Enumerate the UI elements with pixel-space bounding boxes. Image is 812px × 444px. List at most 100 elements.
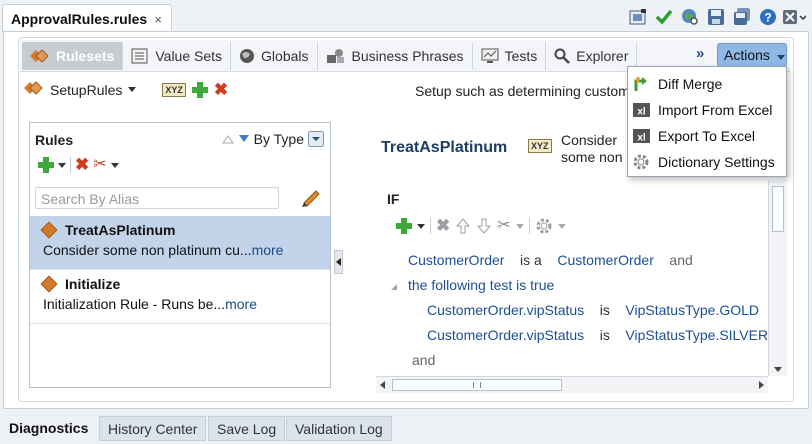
scroll-thumb[interactable] — [392, 379, 562, 391]
if-section: IF ✖ ✂ CustomerOrder is a CustomerOrder … — [376, 180, 768, 376]
tab-tests[interactable]: Tests — [473, 41, 547, 70]
chevron-down-icon[interactable] — [110, 162, 119, 168]
add-condition-icon[interactable] — [396, 218, 412, 234]
rule-description-full: Consider some non platinum customers — [561, 132, 623, 168]
menu-item-diff-merge[interactable]: Diff Merge — [632, 75, 722, 93]
close-tab-icon[interactable]: × — [154, 12, 162, 27]
rule-icon — [40, 221, 58, 239]
toolbar-separator — [430, 218, 431, 234]
menu-item-dictionary-settings[interactable]: Dictionary Settings — [632, 153, 775, 171]
more-link[interactable]: more — [225, 296, 257, 312]
condition-lhs[interactable]: CustomerOrder.vipStatus — [427, 302, 584, 318]
tab-globals[interactable]: Globals — [231, 41, 318, 70]
actions-button[interactable]: Actions — [717, 43, 787, 67]
if-label: IF — [387, 191, 400, 207]
chevron-down-icon[interactable] — [515, 223, 524, 229]
tab-history-center[interactable]: History Center — [99, 416, 207, 441]
rule-name-label: TreatAsPlatinum — [65, 222, 176, 238]
collapse-panel-handle[interactable] — [334, 250, 343, 274]
condition-group-text[interactable]: the following test is true — [408, 277, 554, 293]
condition-rhs[interactable]: VipStatusType.SILVER — [625, 327, 768, 343]
condition-operator[interactable]: is — [600, 327, 610, 343]
gear-icon[interactable] — [535, 217, 553, 235]
sort-ascending-icon[interactable] — [221, 134, 234, 144]
ruleset-select[interactable]: SetupRules — [50, 82, 122, 98]
close-window-icon[interactable] — [782, 6, 806, 28]
menu-item-label: Diff Merge — [658, 76, 723, 92]
business-phrases-icon — [326, 48, 344, 63]
validate-icon[interactable] — [626, 6, 650, 28]
cut-icon[interactable]: ✂ — [93, 157, 106, 173]
rule-description-text: Consider some non platinum cu... — [43, 242, 252, 258]
chevron-down-icon[interactable] — [58, 162, 66, 168]
tab-explorer[interactable]: Explorer — [546, 41, 638, 70]
condition-operator[interactable]: is a — [520, 252, 542, 268]
condition-rhs[interactable]: CustomerOrder — [557, 252, 653, 268]
menu-item-import-excel[interactable]: xl Import From Excel — [632, 101, 772, 119]
scroll-left-icon[interactable] — [380, 381, 385, 389]
list-item[interactable]: Initialize Initialization Rule - Runs be… — [30, 270, 330, 324]
scroll-right-icon[interactable] — [759, 381, 764, 389]
rule-name: Initialize — [40, 275, 330, 293]
globe-icon — [240, 48, 255, 63]
checkmark-icon[interactable] — [652, 6, 676, 28]
list-item[interactable]: TreatAsPlatinum Consider some non platin… — [30, 216, 330, 270]
chevron-down-icon[interactable] — [128, 87, 137, 92]
add-rule-icon[interactable] — [38, 157, 54, 173]
condition-rhs[interactable]: VipStatusType.GOLD — [625, 302, 759, 318]
svg-text:xl: xl — [637, 107, 646, 118]
sort-descending-icon[interactable] — [238, 134, 250, 144]
tab-validation-log[interactable]: Validation Log — [286, 416, 392, 441]
tab-business-phrases[interactable]: Business Phrases — [318, 41, 473, 70]
tab-diagnostics[interactable]: Diagnostics — [1, 416, 96, 441]
help-icon[interactable]: ? — [756, 6, 780, 28]
pencil-icon[interactable] — [300, 187, 322, 210]
condition-operator[interactable]: is — [600, 302, 610, 318]
move-down-icon[interactable] — [476, 217, 492, 235]
chevron-down-icon[interactable] — [417, 223, 425, 229]
edit-ruleset-icon[interactable]: XYZ — [162, 82, 186, 97]
cut-icon[interactable]: ✂ — [497, 218, 510, 234]
sort-dropdown-icon[interactable] — [308, 131, 324, 147]
more-link[interactable]: more — [252, 242, 284, 258]
condition-conjunction[interactable]: and — [412, 352, 435, 368]
condition-conjunction[interactable]: and — [669, 252, 692, 268]
menu-item-label: Export To Excel — [658, 128, 756, 144]
globe-search-icon[interactable] — [678, 6, 702, 28]
move-up-icon[interactable] — [455, 217, 471, 235]
menu-item-label: Import From Excel — [658, 102, 773, 118]
edit-rule-icon[interactable]: XYZ — [528, 139, 552, 153]
chevron-down-icon[interactable] — [557, 223, 566, 229]
condition-lhs[interactable]: CustomerOrder.vipStatus — [427, 327, 584, 343]
save-icon[interactable] — [704, 6, 728, 28]
tab-value-sets[interactable]: Value Sets — [123, 41, 232, 70]
tab-rulesets[interactable]: Rulesets — [22, 41, 124, 70]
ruleset-description: Setup such as determining custom — [415, 83, 630, 99]
collapse-group-icon[interactable] — [391, 284, 397, 290]
vertical-scrollbar[interactable] — [768, 180, 787, 376]
delete-condition-icon[interactable]: ✖ — [436, 217, 450, 234]
add-ruleset-icon[interactable] — [191, 81, 208, 98]
search-input[interactable]: Search By Alias — [35, 187, 279, 209]
document-tab[interactable]: ApprovalRules.rules × — [2, 4, 172, 32]
tab-label: Rulesets — [56, 47, 115, 64]
actions-menu: Diff Merge xl Import From Excel xl Expor… — [627, 66, 787, 177]
tab-label: Value Sets — [155, 47, 223, 64]
condition-lhs[interactable]: CustomerOrder — [408, 252, 504, 268]
scroll-down-icon[interactable] — [774, 367, 782, 372]
horizontal-scrollbar[interactable] — [376, 376, 768, 393]
document-tab-title: ApprovalRules.rules — [11, 11, 148, 27]
delete-ruleset-icon[interactable]: ✖ — [214, 81, 228, 98]
menu-item-export-excel[interactable]: xl Export To Excel — [632, 127, 755, 145]
diff-merge-icon — [634, 77, 647, 91]
tab-save-log[interactable]: Save Log — [208, 416, 286, 441]
delete-rule-icon[interactable]: ✖ — [75, 156, 89, 173]
scroll-thumb[interactable] — [772, 186, 784, 232]
gear-icon — [633, 154, 649, 170]
save-all-icon[interactable] — [730, 6, 754, 28]
more-tabs-icon[interactable]: » — [696, 45, 704, 62]
tab-label: Business Phrases — [351, 47, 464, 64]
condition-line-1: CustomerOrder is a CustomerOrder and — [408, 252, 693, 268]
chevron-down-icon — [776, 55, 785, 60]
svg-text:xl: xl — [637, 133, 646, 144]
